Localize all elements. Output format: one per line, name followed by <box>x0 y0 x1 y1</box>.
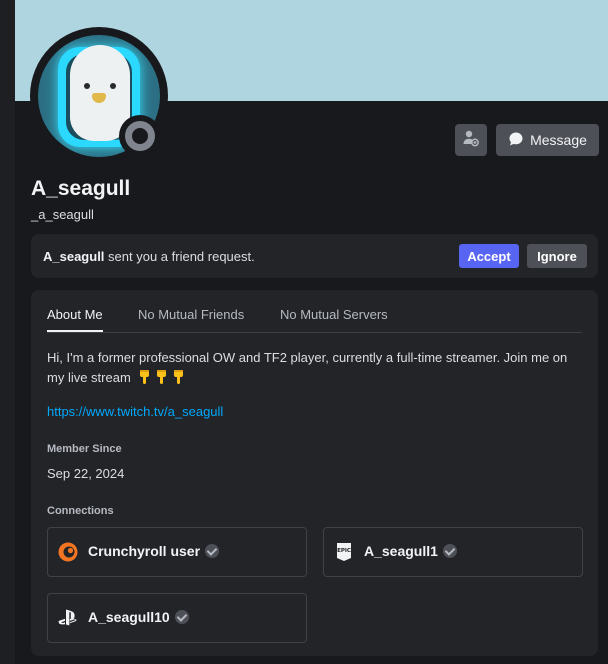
friend-request-card: A_seagull sent you a friend request. Acc… <box>31 234 598 278</box>
left-panel-edge <box>0 0 15 664</box>
profile-info-card: About Me No Mutual Friends No Mutual Ser… <box>31 290 598 656</box>
twitch-link[interactable]: https://www.twitch.tv/a_seagull <box>47 404 223 419</box>
epic-games-icon: EPIC <box>334 542 354 562</box>
tab-mutual-friends[interactable]: No Mutual Friends <box>138 307 244 322</box>
member-since-heading: Member Since <box>47 443 122 455</box>
user-profile-popout: Message A_seagull _a_seagull A_seagull s… <box>15 0 608 664</box>
user-add-icon <box>462 129 480 152</box>
connection-name: Crunchyroll user <box>88 543 201 559</box>
message-button[interactable]: Message <box>496 124 599 156</box>
member-since-date: Sep 22, 2024 <box>47 466 125 481</box>
accept-button[interactable]: Accept <box>459 244 519 268</box>
tab-mutual-servers[interactable]: No Mutual Servers <box>280 307 388 322</box>
connection-name: A_seagull1 <box>364 543 438 559</box>
verified-check-icon <box>205 544 220 558</box>
friend-request-text: A_seagull sent you a friend request. <box>43 249 255 264</box>
connection-name: A_seagull10 <box>88 609 170 625</box>
add-friend-button[interactable] <box>455 124 487 156</box>
connection-crunchyroll[interactable]: Crunchyroll user <box>47 527 307 577</box>
connections-heading: Connections <box>47 505 114 517</box>
crunchyroll-icon <box>58 542 78 562</box>
connection-playstation[interactable]: A_seagull10 <box>47 593 307 643</box>
requester-name: A_seagull <box>43 249 105 264</box>
verified-check-icon <box>174 610 189 624</box>
chat-bubble-icon <box>508 131 524 150</box>
svg-text:EPIC: EPIC <box>337 548 351 554</box>
bio-section: Hi, I'm a former professional OW and TF2… <box>47 348 587 388</box>
offline-status-icon <box>125 121 155 151</box>
display-name: A_seagull <box>31 177 131 200</box>
status-indicator <box>119 115 161 157</box>
ignore-button[interactable]: Ignore <box>527 244 587 268</box>
bio-text: Hi, I'm a former professional OW and TF2… <box>47 350 568 385</box>
message-button-label: Message <box>530 132 587 148</box>
connection-epic-games[interactable]: EPIC A_seagull1 <box>323 527 583 577</box>
pointing-down-emoji-icon <box>135 370 186 385</box>
verified-check-icon <box>442 544 457 558</box>
profile-tabs: About Me No Mutual Friends No Mutual Ser… <box>47 307 582 333</box>
tab-about-me[interactable]: About Me <box>47 307 103 332</box>
playstation-icon <box>58 608 78 628</box>
username: _a_seagull <box>31 207 94 222</box>
